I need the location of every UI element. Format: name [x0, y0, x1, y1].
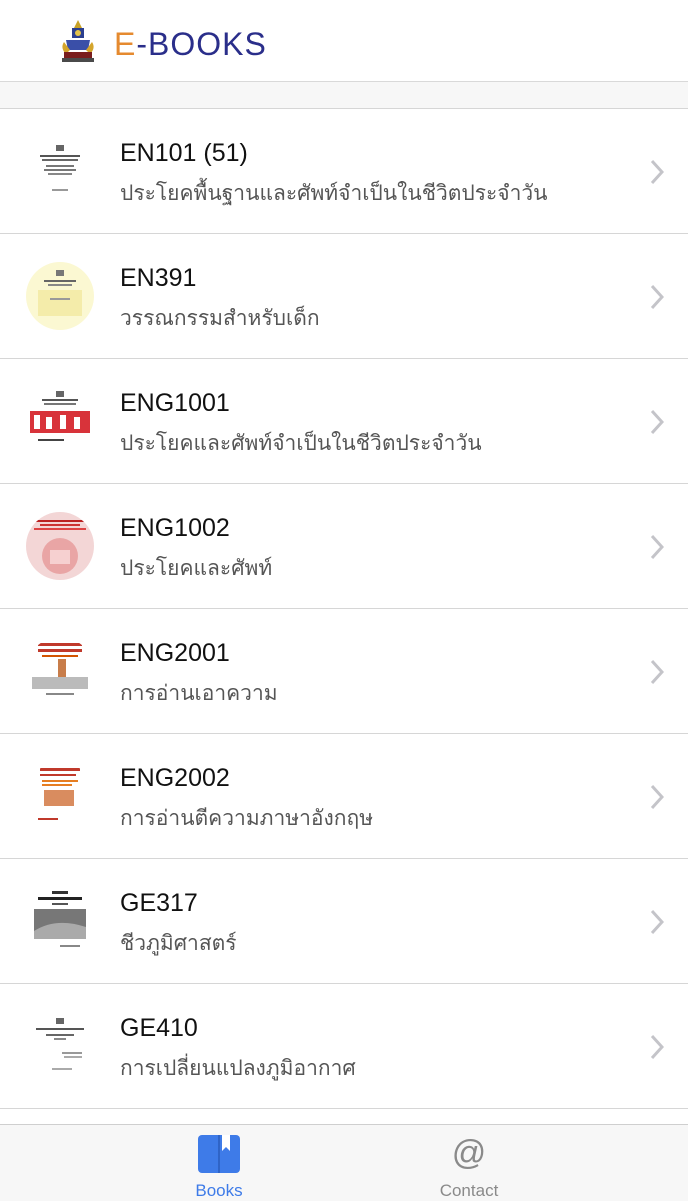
cover-ge410-thumbnail: [26, 1012, 94, 1080]
book-code: GE410: [120, 1014, 198, 1042]
book-code: EN101 (51): [120, 139, 248, 167]
chevron-right-icon: [650, 284, 664, 310]
book-title: ประโยคและศัพท์จำเป็นในชีวิตประจำวัน: [120, 432, 482, 455]
book-title: การเปลี่ยนแปลงภูมิอากาศ: [120, 1057, 356, 1080]
book-code: ENG2001: [120, 639, 230, 667]
book-title: ประโยคพื้นฐานและศัพท์จำเป็นในชีวิตประจำว…: [120, 182, 548, 205]
tab-contact[interactable]: @ Contact: [369, 1125, 569, 1201]
chevron-right-icon: [650, 534, 664, 560]
book-title: วรรณกรรมสำหรับเด็ก: [120, 307, 320, 330]
book-code: ENG1001: [120, 389, 230, 417]
brand-title: E-BOOKS: [114, 26, 267, 63]
chevron-right-icon: [650, 909, 664, 935]
cover-eng1001-thumbnail: [26, 387, 94, 455]
book-row-eng2001[interactable]: ENG2001 การอ่านเอาความ: [0, 609, 688, 734]
book-icon: [198, 1135, 240, 1173]
brand-title-e: E: [114, 26, 137, 62]
book-code: ENG2002: [120, 764, 230, 792]
cover-eng2002-thumbnail: [26, 762, 94, 830]
list-top-spacer: [0, 82, 688, 109]
book-row-ge410[interactable]: GE410 การเปลี่ยนแปลงภูมิอากาศ: [0, 984, 688, 1109]
book-row-en391[interactable]: EN391 วรรณกรรมสำหรับเด็ก: [0, 234, 688, 359]
cover-eng1002-thumbnail: [26, 512, 94, 580]
chevron-right-icon: [650, 659, 664, 685]
book-code: ENG1002: [120, 514, 230, 542]
cover-eng2001-thumbnail: [26, 637, 94, 705]
tab-contact-label: Contact: [439, 1181, 499, 1200]
bottom-tab-bar: Books @ Contact: [0, 1124, 688, 1201]
tab-books-label: Books: [195, 1181, 243, 1200]
book-code: GE317: [120, 889, 198, 917]
book-title: ชีวภูมิศาสตร์: [120, 932, 237, 955]
chevron-right-icon: [650, 1034, 664, 1060]
app-header: E-BOOKS: [0, 0, 688, 82]
tab-books[interactable]: Books: [119, 1125, 319, 1201]
book-row-eng1002[interactable]: ENG1002 ประโยคและศัพท์: [0, 484, 688, 609]
book-title: ประโยคและศัพท์: [120, 557, 273, 580]
cover-ge317-thumbnail: [26, 887, 94, 955]
book-row-eng1001[interactable]: ENG1001 ประโยคและศัพท์จำเป็นในชีวิตประจำ…: [0, 359, 688, 484]
brand-title-books: -BOOKS: [136, 26, 267, 62]
university-emblem-logo: [62, 20, 94, 62]
cover-en101-thumbnail: [26, 137, 94, 205]
chevron-right-icon: [650, 409, 664, 435]
at-sign-icon: @: [451, 1134, 487, 1172]
book-row-eng2002[interactable]: ENG2002 การอ่านตีความภาษาอังกฤษ: [0, 734, 688, 859]
book-code: EN391: [120, 264, 197, 292]
book-title: การอ่านเอาความ: [120, 682, 278, 705]
book-title: การอ่านตีความภาษาอังกฤษ: [120, 807, 374, 830]
cover-en391-thumbnail: [26, 262, 94, 330]
book-row-ge317[interactable]: GE317 ชีวภูมิศาสตร์: [0, 859, 688, 984]
chevron-right-icon: [650, 784, 664, 810]
book-list: EN101 (51) ประโยคพื้นฐานและศัพท์จำเป็นใน…: [0, 109, 688, 1109]
book-row-en101[interactable]: EN101 (51) ประโยคพื้นฐานและศัพท์จำเป็นใน…: [0, 109, 688, 234]
chevron-right-icon: [650, 159, 664, 185]
